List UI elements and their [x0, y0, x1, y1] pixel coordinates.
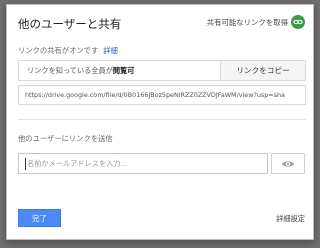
copy-link-button[interactable]: リンクをコピー — [221, 60, 306, 81]
section-divider — [18, 119, 306, 120]
link-access-prefix: リンクを知っている全員が — [27, 65, 113, 75]
send-link-label: 他のユーザーにリンクを送信 — [18, 134, 113, 143]
details-link[interactable]: 詳細 — [103, 46, 118, 55]
dialog-title: 他のユーザーと共有 — [18, 17, 122, 31]
eye-icon — [282, 160, 294, 167]
link-sharing-status-text: リンクの共有がオンです — [18, 46, 99, 55]
link-access-level: 閲覧可 — [112, 65, 135, 75]
link-sharing-status: リンクの共有がオンです 詳細 — [18, 46, 118, 56]
get-shareable-link-label: 共有可能なリンクを取得 — [206, 17, 288, 27]
done-button[interactable]: 完了 — [18, 209, 61, 227]
link-access-row: リンクを知っている全員が 閲覧可 リンクをコピー — [18, 60, 306, 81]
link-icon[interactable] — [291, 15, 305, 29]
link-access-dropdown[interactable]: リンクを知っている全員が 閲覧可 — [18, 60, 221, 81]
share-url-field[interactable]: https://drive.google.com/file/d/0B0166JB… — [18, 85, 306, 105]
advanced-settings-link[interactable]: 詳細設定 — [276, 214, 305, 224]
invite-people-input[interactable]: 名前かメールアドレスを入力... — [18, 153, 268, 174]
permission-dropdown-button[interactable] — [271, 153, 305, 174]
get-shareable-link-button[interactable]: 共有可能なリンクを取得 — [207, 15, 305, 29]
share-dialog: 他のユーザーと共有 共有可能なリンクを取得 リンクの共有がオンです 詳細 リンクを… — [6, 4, 314, 240]
